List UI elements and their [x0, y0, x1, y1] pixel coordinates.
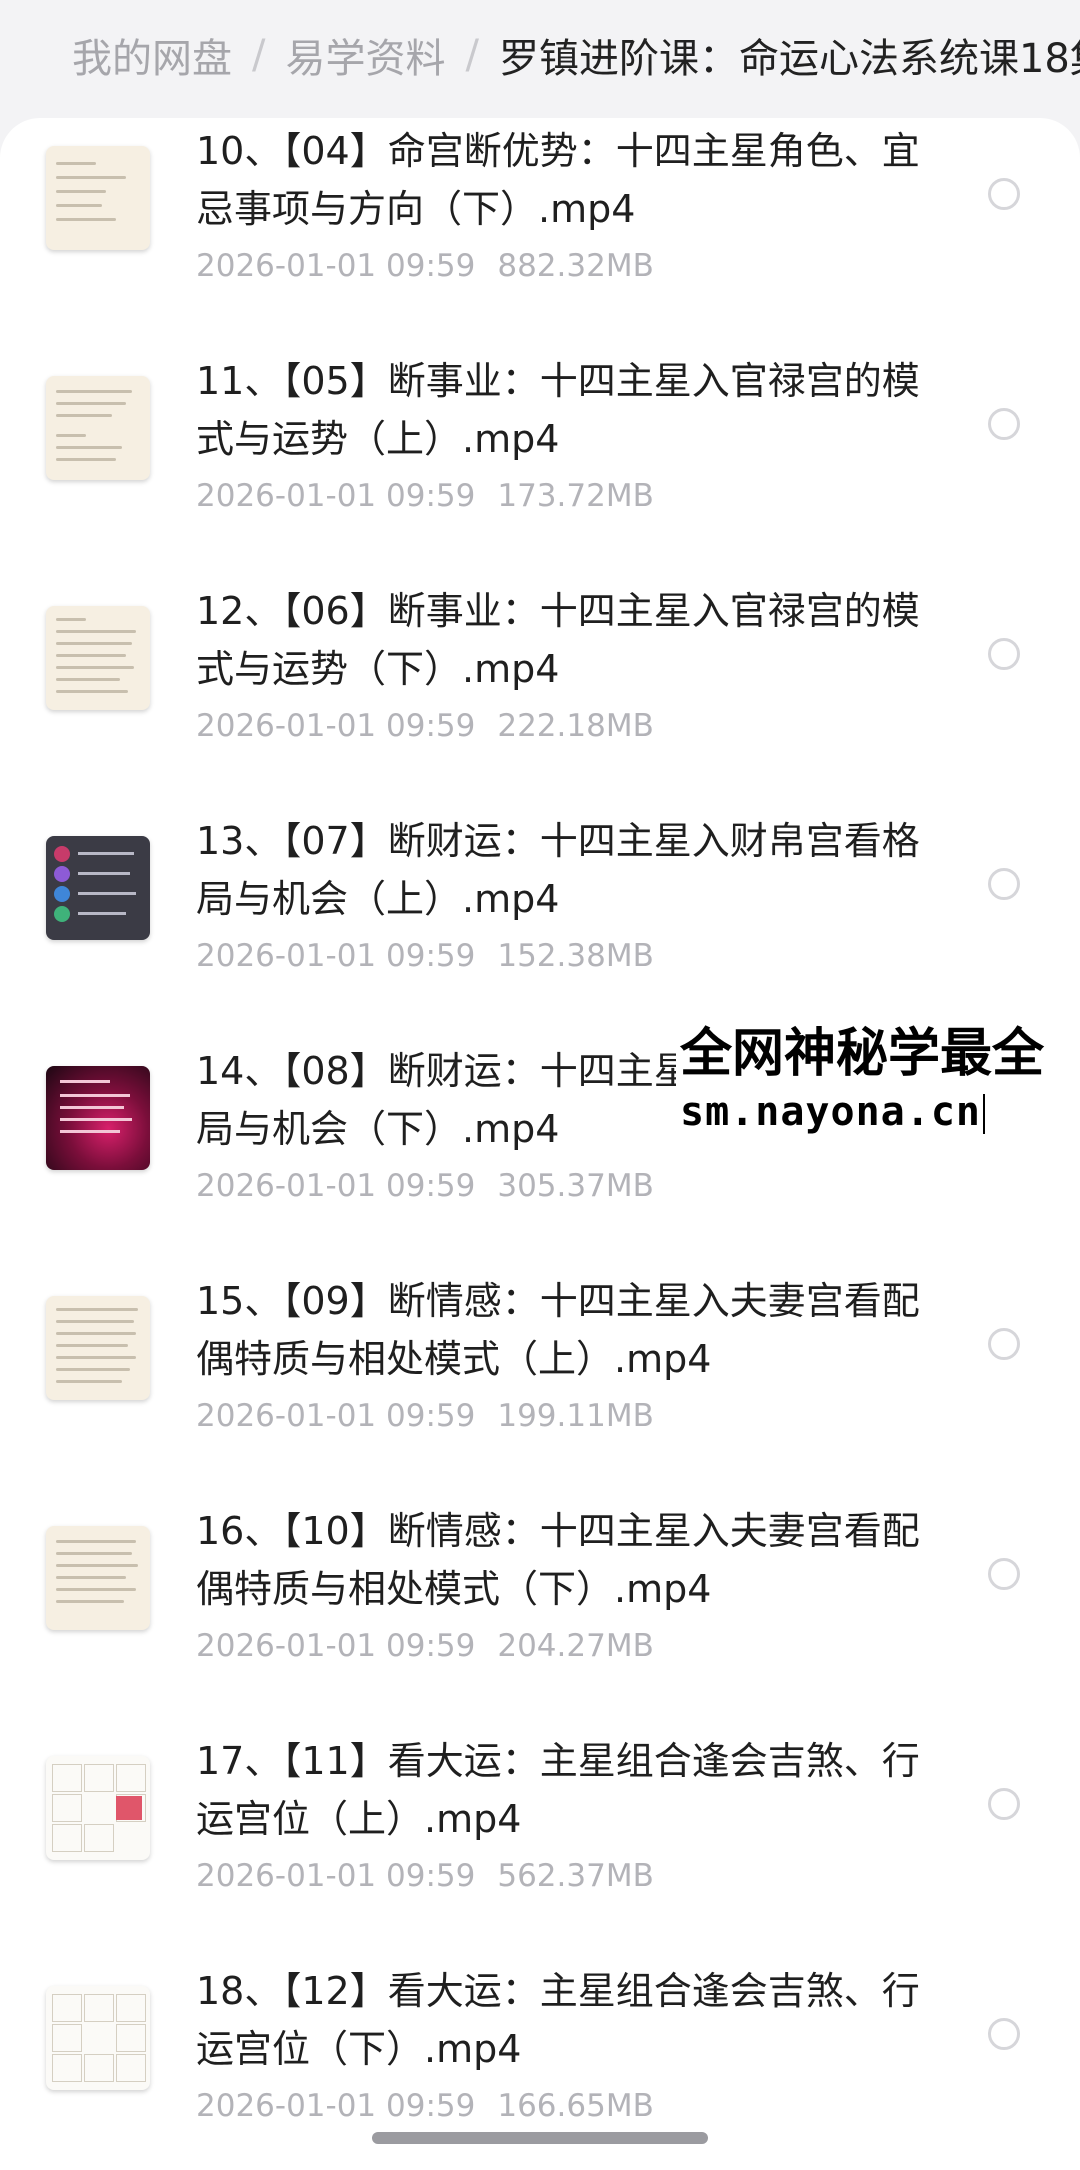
file-meta: 2026-01-01 09:59 882.32MB [196, 248, 676, 284]
file-meta: 2026-01-01 09:59 173.72MB [196, 478, 676, 514]
select-radio[interactable] [988, 178, 1020, 210]
file-size: 305.37MB [497, 1168, 654, 1204]
select-radio[interactable] [988, 638, 1020, 670]
file-name: 11、【05】断事业：十四主星入官禄宫的模式与运势（上）.mp4 [196, 359, 920, 461]
video-thumbnail [46, 1526, 150, 1630]
file-date: 2026-01-01 09:59 [196, 1398, 476, 1434]
file-row[interactable]: 11、【05】断事业：十四主星入官禄宫的模式与运势（上）.mp4 2026-01… [0, 348, 1080, 578]
file-date: 2026-01-01 09:59 [196, 478, 476, 514]
file-date: 2026-01-01 09:59 [196, 248, 476, 284]
file-row[interactable]: 13、【07】断财运：十四主星入财帛宫看格局与机会（上）.mp4 2026-01… [0, 808, 1080, 1038]
file-meta: 2026-01-01 09:59 199.11MB [196, 1398, 676, 1434]
file-name: 12、【06】断事业：十四主星入官禄宫的模式与运势（下）.mp4 [196, 589, 920, 691]
video-thumbnail [46, 1296, 150, 1400]
video-thumbnail [46, 1986, 150, 2090]
file-meta: 2026-01-01 09:59 204.27MB [196, 1628, 676, 1664]
file-size: 562.37MB [497, 1858, 654, 1894]
file-browser-screen: 我的网盘 / 易学资料 / 罗镇进阶课：命运心法系统课18集 10、【04】命宫… [0, 0, 1080, 2170]
file-name: 15、【09】断情感：十四主星入夫妻宫看配偶特质与相处模式（上）.mp4 [196, 1279, 920, 1381]
file-row[interactable]: 10、【04】命宫断优势：十四主星角色、宜忌事项与方向（下）.mp4 2026-… [0, 118, 1080, 348]
breadcrumb-separator: / [465, 32, 479, 78]
file-list: 10、【04】命宫断优势：十四主星角色、宜忌事项与方向（下）.mp4 2026-… [0, 118, 1080, 2170]
file-row[interactable]: 12、【06】断事业：十四主星入官禄宫的模式与运势（下）.mp4 2026-01… [0, 578, 1080, 808]
video-thumbnail [46, 376, 150, 480]
file-row[interactable]: 16、【10】断情感：十四主星入夫妻宫看配偶特质与相处模式（下）.mp4 202… [0, 1498, 1080, 1728]
file-size: 199.11MB [497, 1398, 654, 1434]
video-thumbnail [46, 606, 150, 710]
file-date: 2026-01-01 09:59 [196, 1168, 476, 1204]
file-name: 18、【12】看大运：主星组合逢会吉煞、行运宫位（下）.mp4 [196, 1969, 920, 2071]
file-date: 2026-01-01 09:59 [196, 1628, 476, 1664]
file-date: 2026-01-01 09:59 [196, 1858, 476, 1894]
breadcrumb-current: 罗镇进阶课：命运心法系统课18集 [498, 36, 1080, 82]
file-size: 204.27MB [497, 1628, 654, 1664]
video-thumbnail [46, 1066, 150, 1170]
file-date: 2026-01-01 09:59 [196, 708, 476, 744]
file-name: 17、【11】看大运：主星组合逢会吉煞、行运宫位（上）.mp4 [196, 1739, 920, 1841]
select-radio[interactable] [988, 868, 1020, 900]
file-meta: 2026-01-01 09:59 562.37MB [196, 1858, 676, 1894]
select-radio[interactable] [988, 2018, 1020, 2050]
watermark-url: sm.nayona.cn [680, 1086, 985, 1138]
video-thumbnail [46, 1756, 150, 1860]
file-row[interactable]: 15、【09】断情感：十四主星入夫妻宫看配偶特质与相处模式（上）.mp4 202… [0, 1268, 1080, 1498]
file-date: 2026-01-01 09:59 [196, 2088, 476, 2124]
home-indicator[interactable] [372, 2132, 708, 2144]
file-row[interactable]: 17、【11】看大运：主星组合逢会吉煞、行运宫位（上）.mp4 2026-01-… [0, 1728, 1080, 1958]
file-date: 2026-01-01 09:59 [196, 938, 476, 974]
breadcrumb: 我的网盘 / 易学资料 / 罗镇进阶课：命运心法系统课18集 [0, 0, 1080, 110]
file-meta: 2026-01-01 09:59 166.65MB [196, 2088, 676, 2124]
file-name: 13、【07】断财运：十四主星入财帛宫看格局与机会（上）.mp4 [196, 819, 920, 921]
watermark-url-text: sm.nayona.cn [680, 1089, 981, 1135]
watermark-overlay: 全网神秘学最全 sm.nayona.cn [676, 1022, 1080, 1142]
file-size: 166.65MB [497, 2088, 654, 2124]
select-radio[interactable] [988, 408, 1020, 440]
watermark-title: 全网神秘学最全 [680, 1024, 1045, 1084]
select-radio[interactable] [988, 1558, 1020, 1590]
file-meta: 2026-01-01 09:59 152.38MB [196, 938, 676, 974]
breadcrumb-root[interactable]: 我的网盘 [72, 26, 232, 84]
file-size: 173.72MB [497, 478, 654, 514]
text-caret [982, 1094, 985, 1134]
breadcrumb-folder[interactable]: 易学资料 [285, 26, 445, 84]
select-radio[interactable] [988, 1788, 1020, 1820]
file-meta: 2026-01-01 09:59 222.18MB [196, 708, 676, 744]
file-size: 882.32MB [497, 248, 654, 284]
file-size: 222.18MB [497, 708, 654, 744]
video-thumbnail [46, 836, 150, 940]
file-name: 16、【10】断情感：十四主星入夫妻宫看配偶特质与相处模式（下）.mp4 [196, 1509, 920, 1611]
video-thumbnail [46, 146, 150, 250]
file-size: 152.38MB [497, 938, 654, 974]
file-name: 10、【04】命宫断优势：十四主星角色、宜忌事项与方向（下）.mp4 [196, 129, 920, 231]
select-radio[interactable] [988, 1328, 1020, 1360]
file-meta: 2026-01-01 09:59 305.37MB [196, 1168, 676, 1204]
breadcrumb-separator: / [252, 32, 266, 78]
